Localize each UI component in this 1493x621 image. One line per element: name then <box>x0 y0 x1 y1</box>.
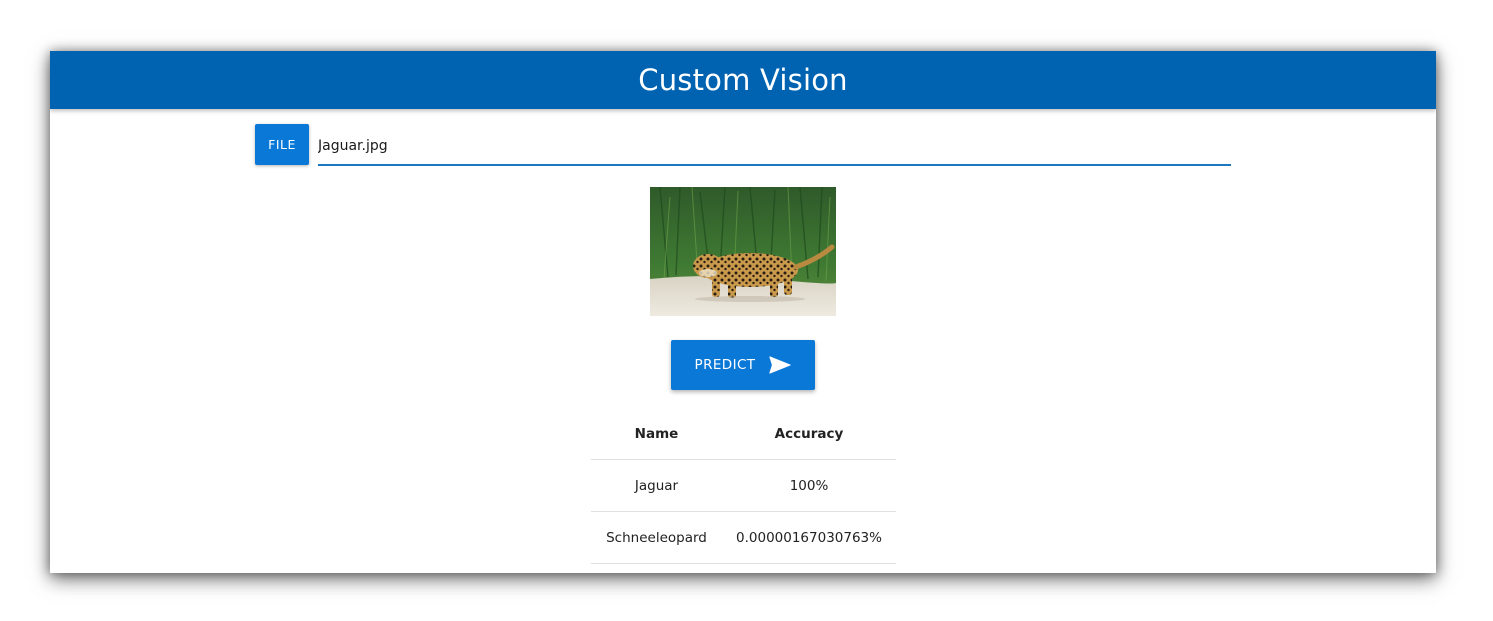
image-preview <box>650 187 836 316</box>
table-row: Schneeleopard 0.00000167030763% <box>591 511 896 564</box>
table-row: Jaguar 100% <box>591 459 896 512</box>
result-accuracy: 100% <box>722 459 896 512</box>
result-name: Jaguar <box>591 459 722 512</box>
file-name-field[interactable] <box>318 131 1231 166</box>
send-icon <box>769 356 792 374</box>
predict-button[interactable]: PREDICT <box>671 340 815 390</box>
app-bar: Custom Vision <box>50 51 1436 109</box>
result-name: Schneeleopard <box>591 511 722 564</box>
file-name-input[interactable] <box>318 131 1231 161</box>
prediction-results-table: Name Accuracy Jaguar 100% Schneeleopard … <box>591 409 896 564</box>
predict-label: PREDICT <box>694 357 756 373</box>
file-button[interactable]: FILE <box>255 124 309 165</box>
column-header-name: Name <box>591 409 722 460</box>
table-header-row: Name Accuracy <box>591 409 896 460</box>
column-header-accuracy: Accuracy <box>722 409 896 460</box>
app-window: Custom Vision FILE Jaguar.jpg PREDICT Na… <box>50 51 1436 573</box>
jaguar-photo <box>650 187 836 316</box>
app-title: Custom Vision <box>638 63 848 97</box>
result-accuracy: 0.00000167030763% <box>722 511 896 564</box>
